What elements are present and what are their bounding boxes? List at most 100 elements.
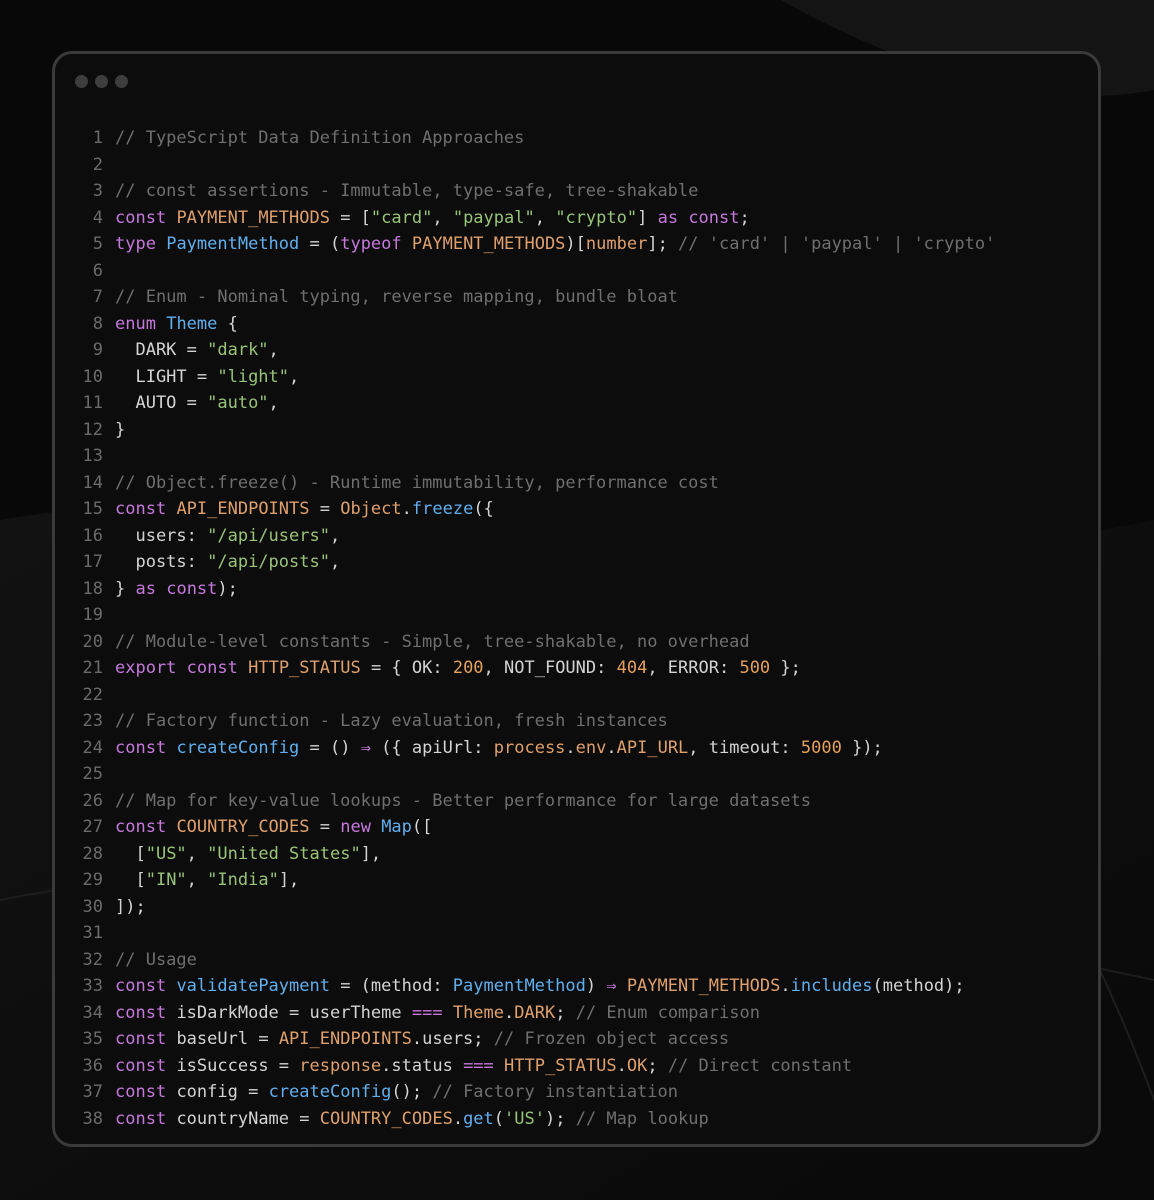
code-token: .status <box>381 1055 464 1076</box>
code-token: PAYMENT_METHODS <box>411 234 566 254</box>
code-token: process <box>493 737 566 758</box>
code-text: const isDarkMode = userTheme === Theme.D… <box>115 1000 760 1027</box>
code-line: 21 export const HTTP_STATUS = { OK: 200, … <box>75 655 995 682</box>
code-token: "light" <box>217 366 290 387</box>
code-token: , <box>268 340 279 360</box>
code-line: 35 const baseUrl = API_ENDPOINTS.users; /… <box>75 1026 995 1053</box>
line-number: 16 <box>82 525 103 546</box>
code-token: // Map lookup <box>575 1108 709 1129</box>
line-number: 31 <box>82 923 103 943</box>
code-token: ]; <box>647 234 679 254</box>
code-token: validatePayment <box>176 976 330 996</box>
code-line: 9 DARK = "dark", <box>75 337 995 364</box>
code-text: // Usage <box>115 947 197 974</box>
code-text: AUTO = "auto", <box>115 390 279 417</box>
code-token: ]); <box>115 896 146 917</box>
code-token: = <box>309 499 341 519</box>
window-dot <box>75 75 88 88</box>
code-token: = { OK: <box>360 658 453 678</box>
code-token: includes <box>790 976 873 996</box>
code-token: 'US' <box>504 1108 545 1129</box>
code-text: ["US", "United States"], <box>115 841 381 868</box>
code-line: 27 const COUNTRY_CODES = new Map([ <box>75 814 995 841</box>
line-number: 22 <box>82 684 103 705</box>
code-token: ({ <box>473 499 494 519</box>
code-token: // Direct constant <box>667 1055 853 1076</box>
code-token: ] <box>637 207 658 228</box>
code-token: , <box>329 552 341 572</box>
code-text: enum Theme { <box>115 311 238 338</box>
code-token: const <box>115 817 167 837</box>
line-number: 21 <box>82 658 103 678</box>
code-line: 36 const isSuccess = response.status === … <box>75 1053 995 1080</box>
code-token: = (method: <box>329 976 453 996</box>
code-text: const isSuccess = response.status === HT… <box>115 1053 852 1080</box>
code-token: .users; <box>411 1029 494 1049</box>
code-line: 24 const createConfig = () ⇒ ({ apiUrl: p… <box>75 735 995 762</box>
code-token: . <box>780 976 791 996</box>
code-token: HTTP_STATUS <box>504 1055 617 1076</box>
line-number: 7 <box>92 287 103 307</box>
line-number: 25 <box>82 764 103 784</box>
code-text: const validatePayment = (method: Payment… <box>115 973 965 1000</box>
code-line: 11 AUTO = "auto", <box>75 390 995 417</box>
code-line: 32 // Usage <box>75 947 995 974</box>
code-line: 37 const config = createConfig(); // Fact… <box>75 1079 995 1106</box>
code-token: // Map for key-value lookups - Better pe… <box>115 790 811 811</box>
line-number: 34 <box>82 1002 103 1023</box>
code-token: // Object.freeze() - Runtime immutabilit… <box>115 472 719 493</box>
line-number: 35 <box>82 1029 103 1049</box>
line-number: 37 <box>82 1082 103 1102</box>
code-token: , NOT_FOUND: <box>483 658 617 678</box>
line-number: 32 <box>82 949 103 970</box>
code-token: // Factory function - Lazy evaluation, f… <box>115 711 668 731</box>
code-token: COUNTRY_CODES <box>319 1108 453 1129</box>
line-number: 17 <box>82 552 103 572</box>
code-text: // Map for key-value lookups - Better pe… <box>115 788 811 815</box>
code-line: 23 // Factory function - Lazy evaluation,… <box>75 708 995 735</box>
code-line: 13 <box>75 443 995 470</box>
code-token: } <box>115 578 136 599</box>
code-text: // Factory function - Lazy evaluation, f… <box>115 708 668 735</box>
code-token: = [ <box>329 207 371 228</box>
code-line: 1 // TypeScript Data Definition Approache… <box>75 125 995 152</box>
code-token: "US" <box>145 843 187 864</box>
code-token: LIGHT = <box>115 366 218 387</box>
code-token: response <box>299 1055 382 1076</box>
code-token: as <box>135 578 156 599</box>
window-controls <box>75 75 128 88</box>
code-text: ]); <box>115 894 146 921</box>
code-token: , <box>289 366 300 387</box>
line-number: 12 <box>82 419 103 440</box>
code-token: // const assertions - Immutable, type-sa… <box>115 181 699 201</box>
code-line: 31 <box>75 920 995 947</box>
code-line: 16 users: "/api/users", <box>75 523 995 550</box>
code-token: , <box>268 393 279 413</box>
window-dot <box>115 75 128 88</box>
line-number: 9 <box>92 340 103 360</box>
code-token: typeof <box>340 234 402 254</box>
code-token: === <box>463 1055 494 1076</box>
line-number: 8 <box>92 313 103 334</box>
code-token: . <box>616 1055 627 1076</box>
code-token: ({ apiUrl: <box>370 737 494 758</box>
code-token: "India" <box>207 870 279 890</box>
code-token: Theme <box>452 1002 505 1023</box>
code-line: 17 posts: "/api/posts", <box>75 549 995 576</box>
code-token: users: <box>115 525 208 546</box>
code-text: DARK = "dark", <box>115 337 279 364</box>
code-token: ⇒ <box>360 737 371 758</box>
code-token: }; <box>770 658 801 678</box>
line-number: 15 <box>82 499 103 519</box>
code-text: } as const); <box>115 576 238 603</box>
code-token: = ( <box>299 234 341 254</box>
line-number: 26 <box>82 790 103 811</box>
